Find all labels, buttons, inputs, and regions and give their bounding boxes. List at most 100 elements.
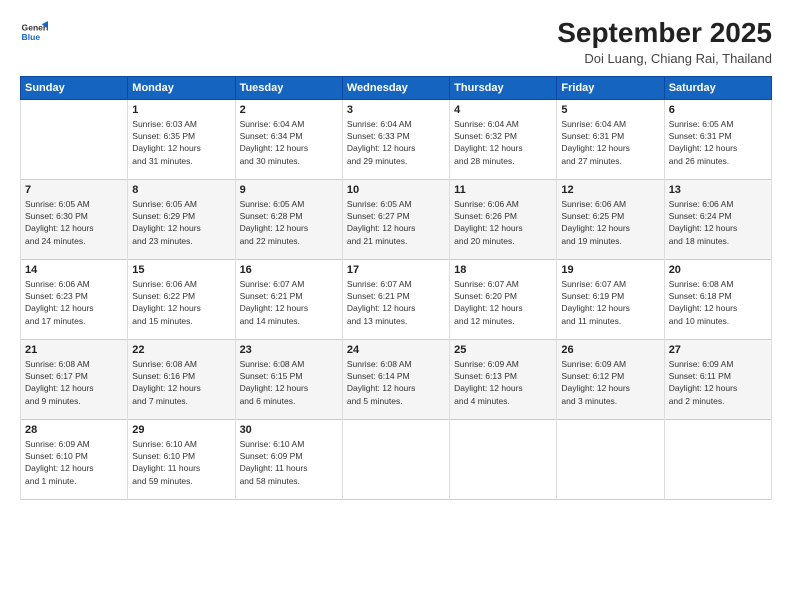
cell-date: 23 [240,344,338,356]
cell-date: 1 [132,104,230,116]
header: General Blue September 2025 Doi Luang, C… [20,18,772,66]
calendar-cell: 1 Sunrise: 6:03 AM Sunset: 6:35 PM Daylig… [128,99,235,179]
location: Doi Luang, Chiang Rai, Thailand [557,51,772,66]
day-header-monday: Monday [128,76,235,99]
cell-info: Sunrise: 6:05 AM Sunset: 6:29 PM Dayligh… [132,198,230,247]
calendar-cell: 26 Sunrise: 6:09 AM Sunset: 6:12 PM Dayli… [557,339,664,419]
calendar-cell: 2 Sunrise: 6:04 AM Sunset: 6:34 PM Daylig… [235,99,342,179]
cell-date: 24 [347,344,445,356]
cell-info: Sunrise: 6:08 AM Sunset: 6:18 PM Dayligh… [669,278,767,327]
cell-info: Sunrise: 6:05 AM Sunset: 6:27 PM Dayligh… [347,198,445,247]
calendar-cell: 20 Sunrise: 6:08 AM Sunset: 6:18 PM Dayli… [664,259,771,339]
cell-info: Sunrise: 6:03 AM Sunset: 6:35 PM Dayligh… [132,118,230,167]
day-header-wednesday: Wednesday [342,76,449,99]
cell-date: 26 [561,344,659,356]
cell-info: Sunrise: 6:06 AM Sunset: 6:25 PM Dayligh… [561,198,659,247]
cell-info: Sunrise: 6:08 AM Sunset: 6:17 PM Dayligh… [25,358,123,407]
cell-info: Sunrise: 6:09 AM Sunset: 6:10 PM Dayligh… [25,438,123,487]
calendar-cell [664,419,771,499]
week-row-1: 1 Sunrise: 6:03 AM Sunset: 6:35 PM Daylig… [21,99,772,179]
day-header-friday: Friday [557,76,664,99]
calendar-cell: 13 Sunrise: 6:06 AM Sunset: 6:24 PM Dayli… [664,179,771,259]
cell-info: Sunrise: 6:05 AM Sunset: 6:31 PM Dayligh… [669,118,767,167]
cell-date: 19 [561,264,659,276]
calendar-cell [21,99,128,179]
cell-date: 13 [669,184,767,196]
cell-date: 6 [669,104,767,116]
cell-date: 12 [561,184,659,196]
calendar-cell: 18 Sunrise: 6:07 AM Sunset: 6:20 PM Dayli… [450,259,557,339]
cell-info: Sunrise: 6:07 AM Sunset: 6:21 PM Dayligh… [240,278,338,327]
cell-date: 4 [454,104,552,116]
cell-date: 15 [132,264,230,276]
cell-info: Sunrise: 6:09 AM Sunset: 6:12 PM Dayligh… [561,358,659,407]
cell-info: Sunrise: 6:04 AM Sunset: 6:33 PM Dayligh… [347,118,445,167]
week-row-4: 21 Sunrise: 6:08 AM Sunset: 6:17 PM Dayli… [21,339,772,419]
calendar-cell: 12 Sunrise: 6:06 AM Sunset: 6:25 PM Dayli… [557,179,664,259]
header-row: SundayMondayTuesdayWednesdayThursdayFrid… [21,76,772,99]
cell-date: 2 [240,104,338,116]
week-row-2: 7 Sunrise: 6:05 AM Sunset: 6:30 PM Daylig… [21,179,772,259]
cell-info: Sunrise: 6:04 AM Sunset: 6:34 PM Dayligh… [240,118,338,167]
cell-date: 3 [347,104,445,116]
cell-info: Sunrise: 6:10 AM Sunset: 6:10 PM Dayligh… [132,438,230,487]
cell-date: 27 [669,344,767,356]
calendar-cell [342,419,449,499]
calendar-cell: 6 Sunrise: 6:05 AM Sunset: 6:31 PM Daylig… [664,99,771,179]
calendar-cell: 22 Sunrise: 6:08 AM Sunset: 6:16 PM Dayli… [128,339,235,419]
cell-info: Sunrise: 6:05 AM Sunset: 6:30 PM Dayligh… [25,198,123,247]
cell-info: Sunrise: 6:08 AM Sunset: 6:15 PM Dayligh… [240,358,338,407]
calendar-cell: 30 Sunrise: 6:10 AM Sunset: 6:09 PM Dayli… [235,419,342,499]
calendar-cell: 7 Sunrise: 6:05 AM Sunset: 6:30 PM Daylig… [21,179,128,259]
calendar-cell: 16 Sunrise: 6:07 AM Sunset: 6:21 PM Dayli… [235,259,342,339]
cell-date: 28 [25,424,123,436]
cell-info: Sunrise: 6:05 AM Sunset: 6:28 PM Dayligh… [240,198,338,247]
cell-date: 10 [347,184,445,196]
calendar-cell: 9 Sunrise: 6:05 AM Sunset: 6:28 PM Daylig… [235,179,342,259]
svg-text:Blue: Blue [22,32,41,42]
title-block: September 2025 Doi Luang, Chiang Rai, Th… [557,18,772,66]
calendar-cell: 15Sunrise: 6:06 AM Sunset: 6:22 PM Dayli… [128,259,235,339]
cell-date: 22 [132,344,230,356]
day-header-saturday: Saturday [664,76,771,99]
cell-info: Sunrise: 6:10 AM Sunset: 6:09 PM Dayligh… [240,438,338,487]
cell-date: 18 [454,264,552,276]
calendar-cell: 4 Sunrise: 6:04 AM Sunset: 6:32 PM Daylig… [450,99,557,179]
cell-date: 30 [240,424,338,436]
cell-info: Sunrise: 6:06 AM Sunset: 6:23 PM Dayligh… [25,278,123,327]
day-header-sunday: Sunday [21,76,128,99]
cell-date: 11 [454,184,552,196]
cell-date: 5 [561,104,659,116]
day-header-tuesday: Tuesday [235,76,342,99]
cell-date: 17 [347,264,445,276]
calendar-cell: 10 Sunrise: 6:05 AM Sunset: 6:27 PM Dayli… [342,179,449,259]
cell-date: 9 [240,184,338,196]
calendar-cell: 3 Sunrise: 6:04 AM Sunset: 6:33 PM Daylig… [342,99,449,179]
cell-info: Sunrise: 6:04 AM Sunset: 6:32 PM Dayligh… [454,118,552,167]
calendar-cell: 27 Sunrise: 6:09 AM Sunset: 6:11 PM Dayli… [664,339,771,419]
calendar-cell: 21 Sunrise: 6:08 AM Sunset: 6:17 PM Dayli… [21,339,128,419]
calendar-page: General Blue September 2025 Doi Luang, C… [0,0,792,612]
week-row-3: 14 Sunrise: 6:06 AM Sunset: 6:23 PM Dayli… [21,259,772,339]
calendar-table: SundayMondayTuesdayWednesdayThursdayFrid… [20,76,772,500]
cell-date: 14 [25,264,123,276]
cell-info: Sunrise: 6:08 AM Sunset: 6:16 PM Dayligh… [132,358,230,407]
cell-info: Sunrise: 6:08 AM Sunset: 6:14 PM Dayligh… [347,358,445,407]
cell-date: 29 [132,424,230,436]
calendar-cell: 29 Sunrise: 6:10 AM Sunset: 6:10 PM Dayli… [128,419,235,499]
logo-icon: General Blue [20,18,48,46]
cell-date: 16 [240,264,338,276]
calendar-cell: 25Sunrise: 6:09 AM Sunset: 6:13 PM Dayli… [450,339,557,419]
week-row-5: 28 Sunrise: 6:09 AM Sunset: 6:10 PM Dayli… [21,419,772,499]
cell-info: Sunrise: 6:09 AM Sunset: 6:11 PM Dayligh… [669,358,767,407]
cell-info: Sunrise: 6:07 AM Sunset: 6:20 PM Dayligh… [454,278,552,327]
calendar-cell: 28 Sunrise: 6:09 AM Sunset: 6:10 PM Dayli… [21,419,128,499]
cell-info: Sunrise: 6:06 AM Sunset: 6:24 PM Dayligh… [669,198,767,247]
cell-info: Sunrise: 6:04 AM Sunset: 6:31 PM Dayligh… [561,118,659,167]
cell-date: 20 [669,264,767,276]
calendar-cell [557,419,664,499]
cell-date: 7 [25,184,123,196]
day-header-thursday: Thursday [450,76,557,99]
cell-info: Sunrise: 6:09 AM Sunset: 6:13 PM Dayligh… [454,358,552,407]
cell-date: 21 [25,344,123,356]
